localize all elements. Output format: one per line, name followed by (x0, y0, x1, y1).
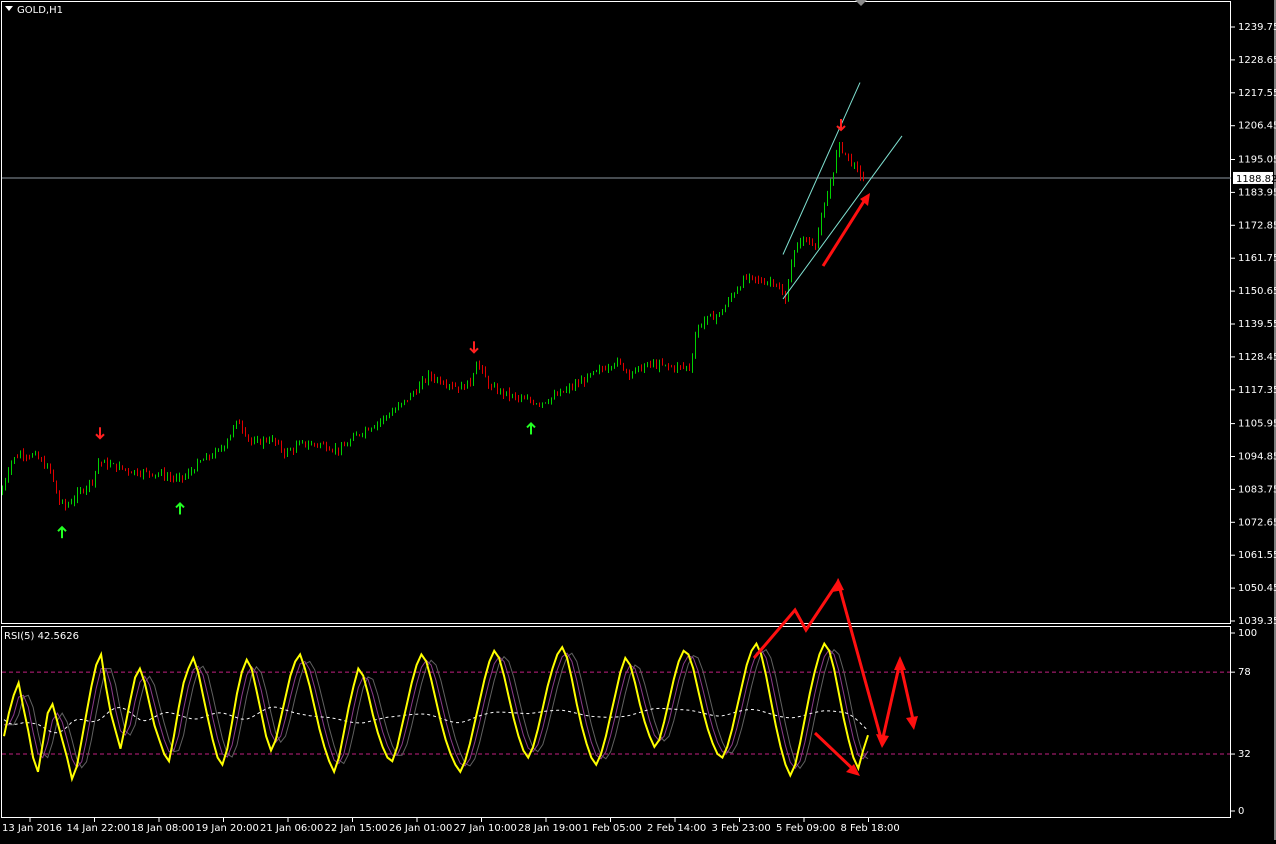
price-tick-label: 1217.55 (1238, 88, 1276, 99)
price-tick-label: 1172.85 (1238, 220, 1276, 231)
price-tick-label: 1039.35 (1238, 616, 1276, 627)
time-tick-label: 27 Jan 10:00 (454, 823, 517, 834)
annotation-arrow-main (821, 193, 870, 267)
sell-arrow-icon (95, 427, 105, 440)
rsi-tick-label: 32 (1238, 749, 1251, 760)
price-tick-label: 1150.65 (1238, 286, 1276, 297)
rsi-lines (3, 641, 869, 783)
annotation-arrow-shaft (821, 197, 868, 267)
price-tick-label: 1195.05 (1238, 154, 1276, 165)
rsi-signal-line-purple (4, 648, 869, 770)
rsi-line (3, 641, 869, 783)
buy-arrow-icon (175, 502, 185, 515)
time-tick-label: 8 Feb 18:00 (841, 823, 900, 834)
sell-arrow-icon (469, 341, 479, 354)
time-tick-label: 28 Jan 19:00 (518, 823, 581, 834)
time-tick-label: 1 Feb 05:00 (583, 823, 642, 834)
rsi-title: RSI(5) 42.5626 (4, 631, 79, 642)
rsi-annotation-head-bottom (876, 734, 889, 748)
rsi-axis: 100 78 32 0 (1231, 628, 1257, 817)
candles-layer (2, 141, 864, 511)
price-axis: 1239.75 1228.65 1217.55 1206.45 1195.05 1183.… (1231, 22, 1276, 627)
price-tick-label: 1239.75 (1238, 22, 1276, 33)
chart-canvas: GOLD,H1 RSI(5) 42.5626 1188.82 1239.7512… (1, 0, 1276, 840)
time-tick-label: 13 Jan 2016 (2, 823, 62, 834)
sell-arrow-icon (836, 119, 846, 132)
price-tick-label: 1139.55 (1238, 319, 1276, 330)
current-price-label: 1188.82 (1236, 174, 1276, 185)
rsi-divergence-arrow-shaft (813, 731, 858, 774)
collapse-triangle-icon[interactable] (5, 6, 13, 11)
time-tick-label: 14 Jan 22:00 (67, 823, 130, 834)
time-tick-label: 22 Jan 15:00 (325, 823, 388, 834)
rsi-tick-label: 78 (1238, 667, 1251, 678)
channel-lower-line (782, 135, 903, 300)
symbol-label: GOLD,H1 (17, 5, 63, 16)
price-tick-label: 1206.45 (1238, 121, 1276, 132)
rsi-annotation-head-peak (894, 656, 906, 670)
buy-arrow-icon (57, 525, 67, 539)
price-tick-label: 1128.45 (1238, 352, 1276, 363)
price-tick-label: 1072.65 (1238, 517, 1276, 528)
rsi-annotation-head-top (832, 578, 844, 592)
rsi-tick-label: 100 (1238, 628, 1257, 639)
price-tick-label: 1061.55 (1238, 550, 1276, 561)
time-tick-label: 3 Feb 23:00 (712, 823, 771, 834)
price-tick-label: 1161.75 (1238, 253, 1276, 264)
price-tick-label: 1050.45 (1238, 583, 1276, 594)
trend-channel (782, 82, 903, 300)
rsi-tick-label: 0 (1238, 806, 1244, 817)
price-tick-label: 1117.35 (1238, 385, 1276, 396)
price-tick-label: 1183.95 (1238, 187, 1276, 198)
rsi-annotation-head-end (906, 716, 918, 730)
time-tick-label: 21 Jan 06:00 (260, 823, 323, 834)
time-tick-label: 2 Feb 14:00 (647, 823, 706, 834)
price-tick-label: 1083.75 (1238, 484, 1276, 495)
time-tick-label: 18 Jan 08:00 (131, 823, 194, 834)
time-tick-label: 5 Feb 09:00 (776, 823, 835, 834)
price-tick-label: 1094.85 (1238, 451, 1276, 462)
time-tick-label: 19 Jan 20:00 (196, 823, 259, 834)
time-tick-label: 26 Jan 01:00 (389, 823, 452, 834)
price-tick-label: 1228.65 (1238, 55, 1276, 66)
time-axis: 13 Jan 2016 14 Jan 22:00 18 Jan 08:00 19 Ja… (2, 818, 900, 834)
rsi-annotation-zigzag (752, 578, 916, 743)
price-panel-frame (1, 1, 1231, 624)
price-tick-label: 1105.95 (1238, 419, 1276, 430)
gold-h1-chart: GOLD,H1 RSI(5) 42.5626 1188.82 1239.75 12… (0, 0, 1276, 840)
buy-arrow-icon (526, 422, 536, 435)
shift-marker-icon[interactable] (855, 0, 867, 6)
